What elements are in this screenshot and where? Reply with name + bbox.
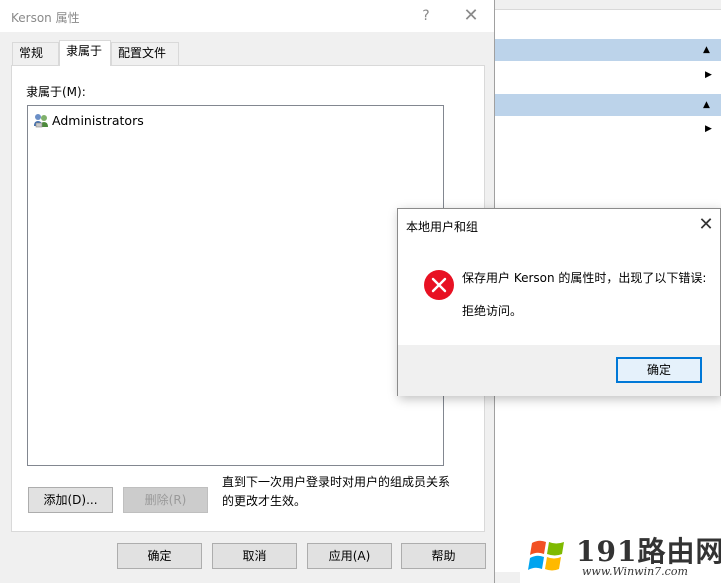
error-icon <box>423 269 455 301</box>
list-item[interactable]: Administrators <box>33 112 144 128</box>
tab-general[interactable]: 常规 <box>12 42 59 65</box>
member-of-label: 隶属于(M): <box>26 85 86 99</box>
collapse-up-icon[interactable]: ▲ <box>703 100 710 110</box>
windows-logo-icon <box>526 533 570 577</box>
cancel-button[interactable]: 取消 <box>212 543 297 569</box>
dialog-title: 本地用户和组 <box>406 220 479 234</box>
help-icon[interactable]: ? <box>411 4 441 28</box>
error-message: 保存用户 Kerson 的属性时，出现了以下错误: <box>462 271 707 285</box>
watermark-url: www.Winwin7.com <box>582 565 688 578</box>
collapse-up-icon[interactable]: ▲ <box>703 45 710 55</box>
watermark-title: 191路由网 <box>576 535 721 568</box>
help-button[interactable]: 帮助 <box>401 543 486 569</box>
background-window-top-bar <box>495 0 721 10</box>
actions-section-header[interactable] <box>495 39 721 61</box>
apply-button[interactable]: 应用(A) <box>307 543 392 569</box>
actions-section-header[interactable] <box>495 94 721 116</box>
expand-right-icon[interactable]: ▶ <box>705 124 712 134</box>
membership-note: 直到下一次用户登录时对用户的组成员关系的更改才生效。 <box>222 475 451 508</box>
window-title: Kerson 属性 <box>11 11 80 25</box>
group-name: Administrators <box>52 112 144 128</box>
title-bar: Kerson 属性 ? ✕ <box>0 0 494 32</box>
add-button[interactable]: 添加(D)... <box>28 487 113 513</box>
remove-button[interactable]: 删除(R) <box>123 487 208 513</box>
close-icon[interactable]: ✕ <box>694 213 718 237</box>
user-group-icon <box>33 112 49 128</box>
dialog-ok-button[interactable]: 确定 <box>616 357 702 383</box>
error-detail: 拒绝访问。 <box>462 304 523 318</box>
tab-profile[interactable]: 配置文件 <box>111 42 179 65</box>
tab-member-of[interactable]: 隶属于 <box>59 40 111 66</box>
ok-button[interactable]: 确定 <box>117 543 202 569</box>
dialog-footer: 确定 <box>398 345 720 396</box>
site-watermark: 191路由网 www.Winwin7.com <box>520 527 721 583</box>
group-list[interactable]: Administrators <box>27 105 444 466</box>
close-icon[interactable]: ✕ <box>456 4 486 28</box>
error-dialog: 本地用户和组 ✕ 保存用户 Kerson 的属性时，出现了以下错误: 拒绝访问。… <box>397 208 721 396</box>
expand-right-icon[interactable]: ▶ <box>705 70 712 80</box>
